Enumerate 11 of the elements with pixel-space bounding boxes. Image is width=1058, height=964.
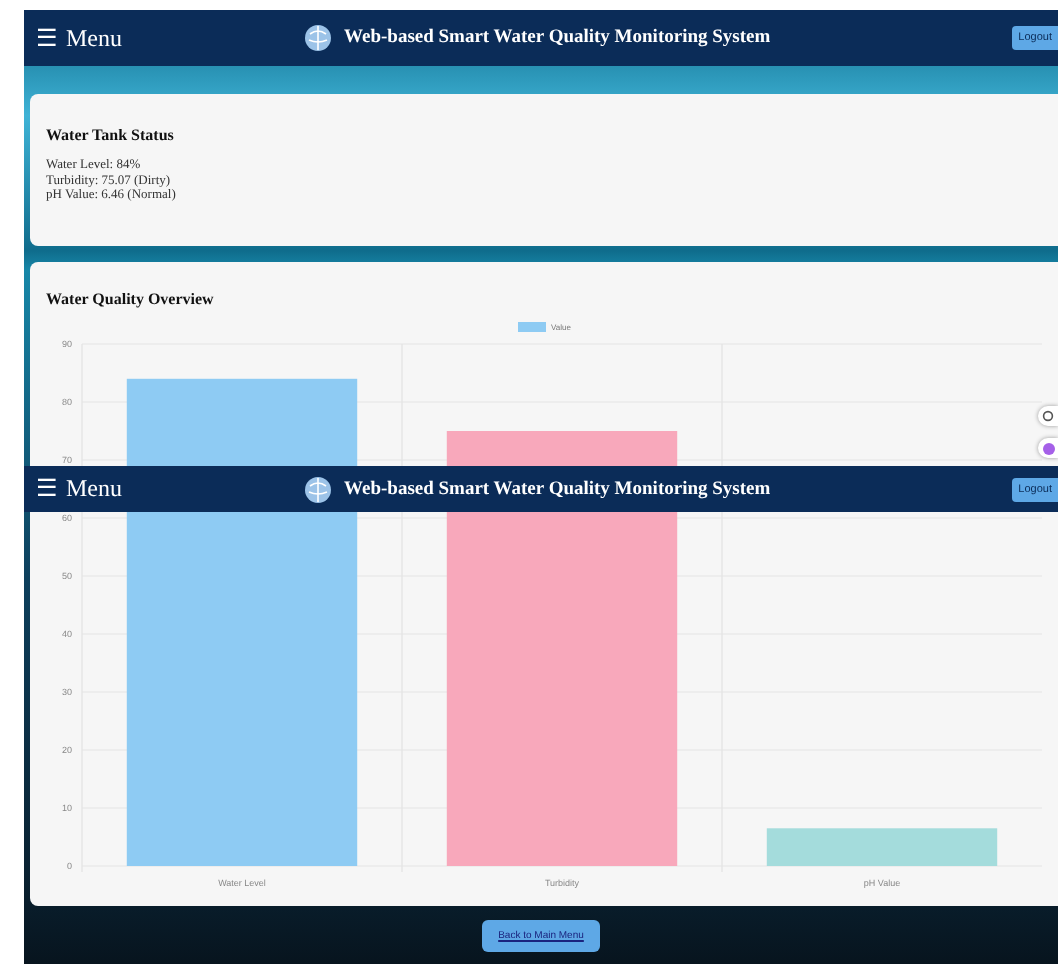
menu-button[interactable]: ☰ Menu [36,23,122,53]
zoom-icon[interactable] [1038,406,1058,426]
globe-logo-icon [304,24,333,52]
globe-logo-icon [304,475,333,503]
app-title: Web-based Smart Water Quality Monitoring System [344,479,771,499]
app-title: Web-based Smart Water Quality Monitoring System [344,28,771,48]
assistant-icon[interactable] [1038,438,1058,458]
card-title: Water Tank Status [46,126,176,144]
card-title: Water Quality Overview [46,290,216,308]
legend-swatch [517,322,546,332]
menu-button[interactable]: ☰ Menu [36,474,122,504]
